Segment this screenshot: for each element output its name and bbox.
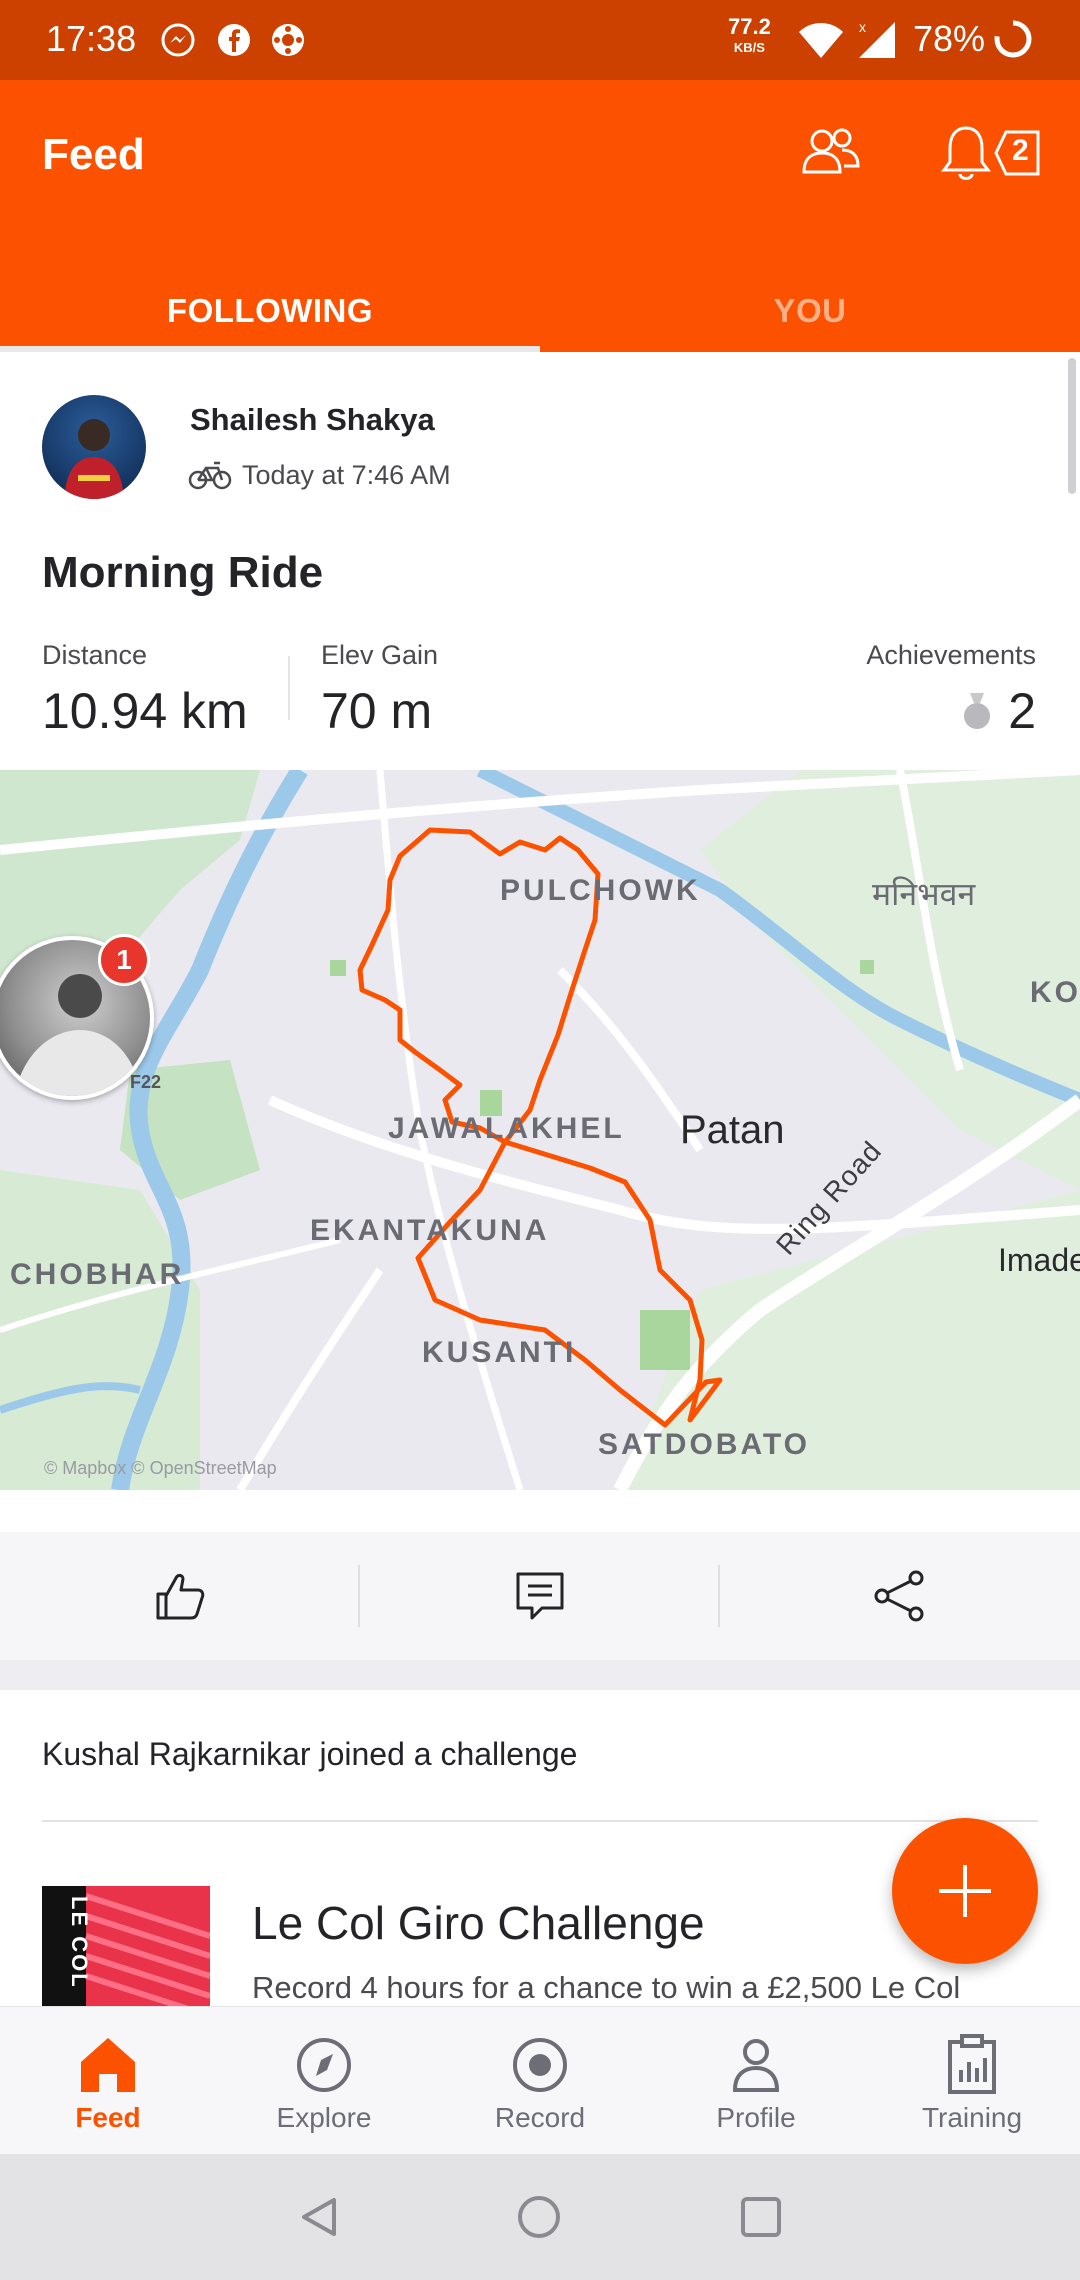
- plus-icon: [939, 1865, 991, 1917]
- distance-value: 10.94 km: [42, 683, 248, 739]
- thumbs-up-icon: [156, 1574, 205, 1620]
- signal-icon: x: [855, 18, 897, 65]
- app-header: Feed 2 FOLLOWING YOU: [0, 80, 1080, 352]
- map-label-patan: Patan: [680, 1108, 785, 1152]
- share-icon: [874, 1570, 924, 1622]
- challenge-description: Record 4 hours for a chance to win a £2,…: [252, 1970, 961, 2005]
- battery-percent: 78%: [913, 18, 986, 59]
- active-tab-indicator: [0, 346, 540, 352]
- athlete-name[interactable]: Shailesh Shakya: [190, 402, 435, 438]
- battery-icon: [992, 18, 1034, 65]
- challenge-logo[interactable]: LE COL: [42, 1886, 210, 2008]
- status-time: 17:38: [46, 18, 137, 59]
- map-label-pulchowk: PULCHOWK: [500, 874, 701, 907]
- medal-icon: [964, 693, 991, 729]
- activity-map[interactable]: PULCHOWK JAWALAKHEL Patan EKANTAKUNA CHO…: [0, 770, 1080, 1490]
- stat-divider: [288, 656, 290, 720]
- activity-title[interactable]: Morning Ride: [42, 548, 323, 598]
- nav-item-record[interactable]: Record: [432, 2006, 648, 2154]
- nav-label-record: Record: [494, 2102, 586, 2133]
- record-icon: [513, 2038, 567, 2092]
- kudos-button[interactable]: [0, 1532, 360, 1660]
- training-icon: [948, 2034, 996, 2094]
- elevation-label: Elev Gain: [321, 640, 439, 670]
- activity-timestamp: Today at 7:46 AM: [242, 460, 451, 490]
- map-avatar-badge: 1: [98, 934, 150, 986]
- recents-icon[interactable]: [738, 2194, 784, 2245]
- tab-following[interactable]: FOLLOWING: [0, 270, 540, 352]
- map-label-chobhar: CHOBHAR: [10, 1258, 185, 1291]
- scrollbar[interactable]: [1068, 358, 1076, 494]
- system-navigation-bar: [0, 2154, 1080, 2280]
- comment-button[interactable]: [360, 1532, 720, 1660]
- divider: [42, 1820, 1038, 1822]
- wifi-icon: [797, 20, 845, 65]
- map-label-ko: KO: [1030, 976, 1080, 1009]
- challenge-title[interactable]: Le Col Giro Challenge: [252, 1896, 705, 1950]
- share-button[interactable]: [720, 1532, 1080, 1660]
- nav-item-training[interactable]: Training: [864, 2006, 1080, 2154]
- nav-item-explore[interactable]: Explore: [216, 2006, 432, 2154]
- comment-icon: [516, 1572, 564, 1620]
- spacer: [0, 1490, 1080, 1532]
- map-label-jawalakhel: JAWALAKHEL: [388, 1112, 625, 1145]
- status-bar: 17:38 77.2 KB/S x 78%: [0, 0, 1080, 80]
- achievements-value: 2: [960, 682, 1036, 740]
- map-label-imade: Imade: [998, 1242, 1080, 1278]
- nav-label-training: Training: [921, 2102, 1023, 2133]
- athlete-avatar[interactable]: [42, 395, 146, 499]
- tab-you[interactable]: YOU: [540, 270, 1080, 352]
- back-icon[interactable]: [296, 2194, 342, 2245]
- network-speed: 77.2 KB/S: [728, 14, 771, 56]
- map-attribution: © Mapbox © OpenStreetMap: [44, 1458, 277, 1478]
- challenge-notice[interactable]: Kushal Rajkarnikar joined a challenge: [42, 1736, 577, 1773]
- profile-icon: [732, 2039, 780, 2092]
- nav-label-feed: Feed: [75, 2102, 141, 2133]
- nav-item-feed[interactable]: Feed: [0, 2006, 216, 2154]
- find-friends-icon[interactable]: [800, 124, 862, 185]
- home-circle-icon[interactable]: [516, 2194, 562, 2245]
- achievements-label: Achievements: [866, 640, 1036, 670]
- facebook-icon: [216, 22, 252, 63]
- map-label-manibhawan: मनिभवन: [872, 876, 976, 912]
- home-icon: [81, 2038, 135, 2092]
- elevation-value: 70 m: [321, 683, 433, 739]
- bell-icon[interactable]: [940, 122, 992, 189]
- app-notification-icon: [270, 22, 306, 63]
- map-label-ekantakuna: EKANTAKUNA: [310, 1214, 550, 1247]
- card-separator: [0, 1660, 1080, 1690]
- svg-text:x: x: [859, 19, 866, 35]
- distance-label: Distance: [42, 640, 148, 670]
- logo-text: LE COL: [67, 1896, 92, 1989]
- notification-count-badge[interactable]: 2: [994, 126, 1044, 185]
- add-activity-button[interactable]: [892, 1818, 1038, 1964]
- nav-label-profile: Profile: [716, 2102, 796, 2133]
- compass-icon: [297, 2038, 351, 2092]
- map-label-kusanti: KUSANTI: [422, 1336, 577, 1369]
- nav-item-profile[interactable]: Profile: [648, 2006, 864, 2154]
- map-label-satdobato: SATDOBATO: [598, 1428, 810, 1461]
- nav-label-explore: Explore: [276, 2102, 372, 2133]
- page-title: Feed: [42, 130, 145, 179]
- bike-icon: [188, 458, 232, 497]
- messenger-icon: [160, 22, 196, 63]
